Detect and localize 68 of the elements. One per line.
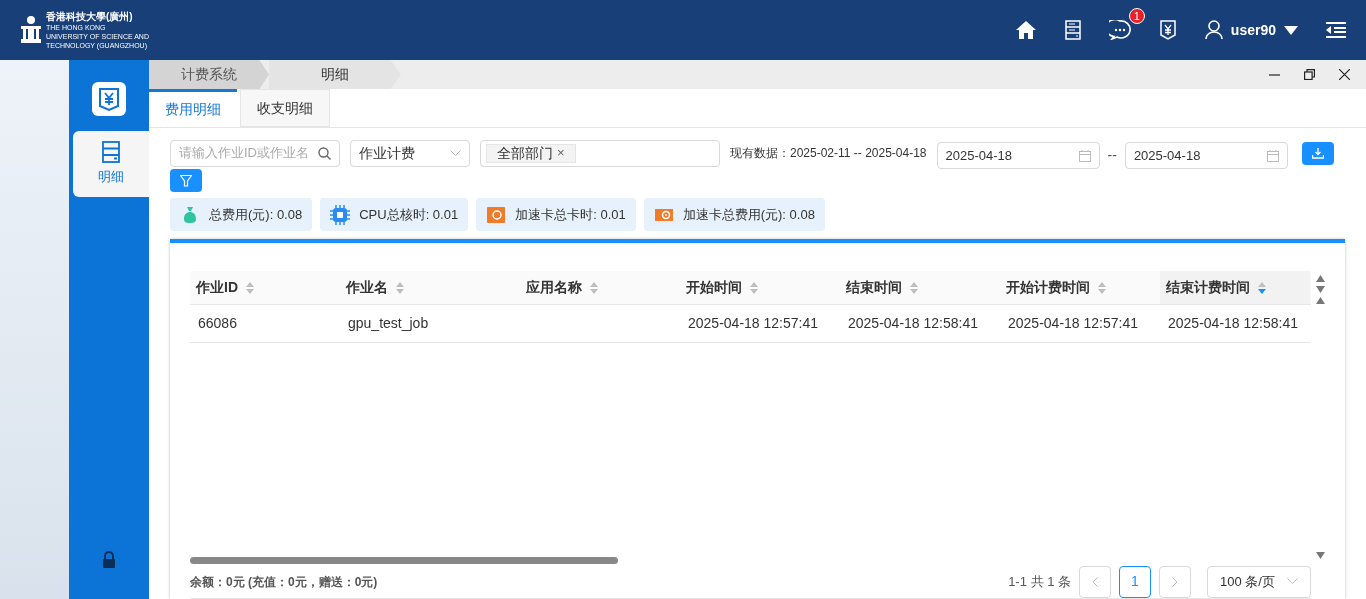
chevron-down-icon: [450, 149, 461, 157]
table-cell: 66086: [198, 315, 237, 331]
menu-icon[interactable]: [1326, 22, 1346, 38]
date-field[interactable]: 2025-04-18: [936, 142, 1100, 169]
chevron-left-icon: [1092, 576, 1098, 587]
column-header[interactable]: 结束时间: [846, 277, 902, 298]
balance-text: 余额：0元 (充值：0元，赠送：0元): [190, 573, 378, 591]
search-field[interactable]: 请输入作业ID或作业名: [170, 139, 340, 167]
breadcrumb-item[interactable]: 计费系统: [149, 60, 269, 89]
download-button[interactable]: [1301, 141, 1334, 165]
calendar-icon: [1078, 149, 1091, 162]
close-icon[interactable]: [1339, 69, 1350, 80]
data-range-text: 现有数据：2025-02-11 -- 2025-04-18: [730, 145, 927, 162]
yuan-shield-icon: [92, 82, 126, 116]
department-field[interactable]: 全部部门 ×: [480, 139, 720, 167]
column-header[interactable]: 作业ID: [196, 277, 238, 298]
stat-text: 加速卡总卡时: 0.01: [515, 205, 626, 224]
column-header[interactable]: 开始计费时间: [1006, 277, 1090, 298]
table-cell: 2025-04-18 12:57:41: [688, 315, 818, 331]
table-cell: 2025-04-18 12:58:41: [848, 315, 978, 331]
date-field[interactable]: 2025-04-18: [1124, 142, 1288, 169]
yuan-icon[interactable]: [1158, 20, 1177, 40]
server-icon: [102, 141, 120, 164]
column-header[interactable]: 作业名: [346, 277, 388, 298]
card-icon: [653, 206, 674, 223]
table-cell: 2025-04-18 12:57:41: [1008, 315, 1138, 331]
filter-icon: [180, 174, 192, 187]
message-icon[interactable]: [1108, 20, 1131, 40]
home-icon[interactable]: [1014, 20, 1037, 40]
stat-text: 总费用(元): 0.08: [209, 205, 303, 224]
server-icon[interactable]: [1064, 20, 1081, 40]
search-icon: [318, 146, 331, 160]
column-header[interactable]: 应用名称: [526, 277, 582, 298]
date-separator: --: [1107, 146, 1117, 165]
scroll-up-icon[interactable]: [1315, 297, 1325, 304]
table-cell: gpu_test_job: [348, 315, 429, 331]
pagination-total: 1-1 共 1 条: [1008, 572, 1071, 591]
chevron-right-icon: [1172, 576, 1178, 587]
download-icon: [1311, 147, 1324, 159]
chip-icon: [330, 204, 351, 225]
sort-icon[interactable]: [1258, 281, 1266, 294]
scrollbar-thumb[interactable]: [190, 556, 618, 564]
filter-button[interactable]: [170, 169, 202, 192]
job-type-select[interactable]: 作业计费: [350, 139, 470, 167]
logo-icon: [20, 15, 42, 45]
tab[interactable]: 收支明细: [240, 89, 330, 127]
tag-close[interactable]: ×: [557, 143, 565, 163]
restore-icon[interactable]: [1304, 69, 1315, 80]
calendar-icon: [1266, 149, 1279, 162]
notification-badge: 1: [1128, 8, 1145, 24]
logo-text: 香港科技大學(廣州): [46, 10, 134, 23]
table-cell: 2025-04-18 12:58:41: [1168, 315, 1298, 331]
breadcrumb-item[interactable]: 明细: [269, 60, 401, 89]
caret-icon: [1284, 25, 1298, 35]
user-menu[interactable]: user90: [1230, 19, 1298, 41]
column-header[interactable]: 开始时间: [686, 277, 742, 298]
scroll-up-icon[interactable]: [1315, 275, 1325, 282]
lock-icon[interactable]: [101, 551, 117, 569]
card-icon: [486, 205, 507, 224]
department-tag: 全部部门 ×: [486, 143, 576, 163]
stat-text: CPU总核时: 0.01: [359, 205, 459, 224]
scroll-down-icon[interactable]: [1315, 286, 1325, 293]
chevron-down-icon: [1287, 578, 1298, 585]
scroll-down-icon[interactable]: [1315, 552, 1325, 559]
page-size-select[interactable]: 100 条/页: [1207, 565, 1311, 598]
stat-text: 加速卡总费用(元): 0.08: [682, 205, 815, 224]
user-icon: [1204, 20, 1223, 40]
sidebar-item[interactable]: 明细: [73, 131, 149, 197]
